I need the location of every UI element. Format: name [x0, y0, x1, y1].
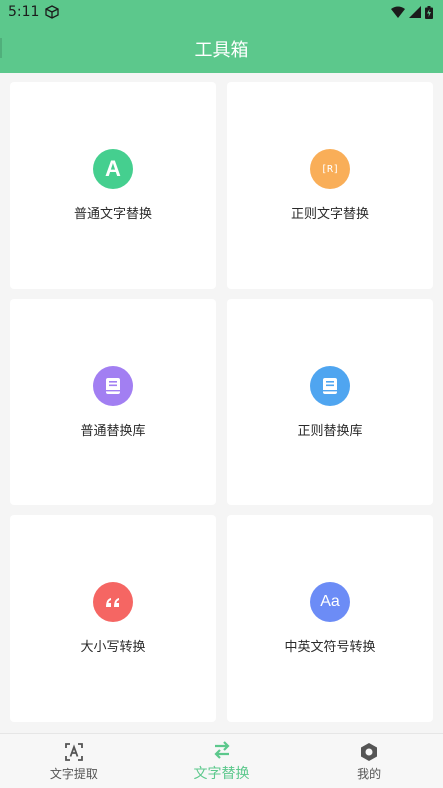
status-time: 5:11	[8, 4, 40, 20]
regex-icon: [R]	[310, 149, 350, 189]
tool-label: 普通文字替换	[73, 207, 152, 222]
swap-icon	[211, 739, 233, 761]
book-icon	[310, 365, 350, 406]
nav-item-mine[interactable]: 我的	[295, 734, 443, 788]
tool-card-regex-library[interactable]: 正则替换库	[227, 299, 433, 505]
status-bar: 5:11	[0, 0, 443, 24]
app-bar: 工具箱	[0, 24, 443, 73]
tool-card-regex-replace[interactable]: [R] 正则文字替换	[227, 82, 433, 289]
bottom-nav: 文字提取 文字替换 我的	[0, 733, 443, 788]
tool-label: 普通替换库	[80, 423, 146, 439]
tool-label: 大小写转换	[80, 640, 146, 655]
tool-card-symbol-convert[interactable]: Aa 中英文符号转换	[227, 515, 433, 722]
tool-label: 正则文字替换	[290, 207, 369, 222]
hexagon-icon	[358, 741, 380, 763]
page-title: 工具箱	[194, 39, 249, 61]
drawer-edge	[0, 38, 2, 58]
quote-icon	[93, 582, 133, 622]
book-icon	[93, 365, 133, 406]
nav-item-text-replace[interactable]: 文字替换	[148, 734, 296, 788]
text-scan-icon	[63, 741, 85, 763]
letter-a-icon: A	[93, 149, 133, 189]
battery-icon	[425, 5, 433, 19]
cube-icon	[45, 5, 60, 19]
tool-label: 中英文符号转换	[284, 640, 376, 655]
nav-label: 文字替换	[193, 766, 250, 782]
tool-card-normal-library[interactable]: 普通替换库	[10, 299, 216, 505]
tool-card-case-convert[interactable]: 大小写转换	[10, 515, 216, 722]
tool-grid: A 普通文字替换 [R] 正则文字替换 普通替换库 正则替换库 大小写转换 Aa…	[0, 73, 443, 733]
nav-label: 我的	[357, 766, 382, 781]
tool-label: 正则替换库	[297, 423, 363, 439]
signal-icon	[409, 6, 421, 18]
nav-item-text-extract[interactable]: 文字提取	[0, 734, 148, 788]
tool-card-normal-replace[interactable]: A 普通文字替换	[10, 82, 216, 289]
letter-aa-icon: Aa	[310, 582, 350, 622]
nav-label: 文字提取	[49, 766, 98, 781]
wifi-icon	[391, 6, 405, 18]
